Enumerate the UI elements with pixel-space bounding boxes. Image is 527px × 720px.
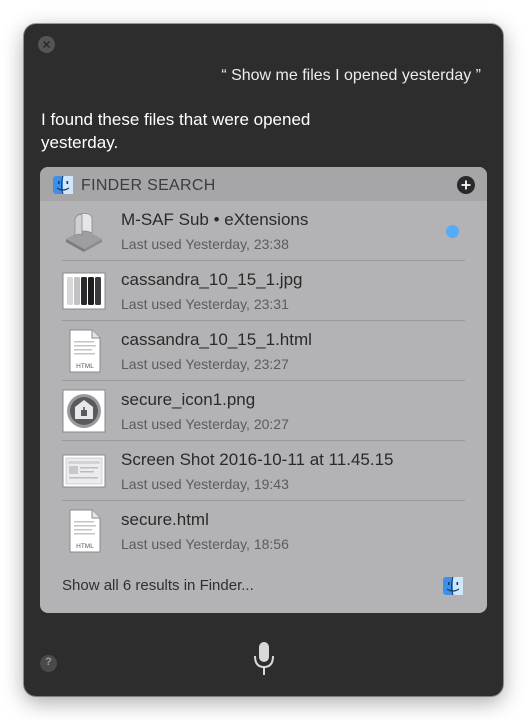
finder-search-panel: FINDER SEARCH M-SAF Sub • eXtensions Las… bbox=[40, 167, 487, 613]
microphone-icon bbox=[254, 642, 274, 675]
html-file-icon: HTML bbox=[69, 509, 101, 553]
result-last-used: Last used Yesterday, 20:27 bbox=[121, 416, 289, 432]
result-last-used: Last used Yesterday, 19:43 bbox=[121, 476, 289, 492]
result-last-used: Last used Yesterday, 23:38 bbox=[121, 236, 289, 252]
siri-answer: I found these files that were opened yes… bbox=[41, 110, 311, 152]
result-row[interactable]: HTML secure.html Last used Yesterday, 18… bbox=[40, 501, 487, 561]
close-icon bbox=[42, 40, 51, 49]
result-name: cassandra_10_15_1.jpg bbox=[121, 270, 303, 289]
result-name: secure.html bbox=[121, 510, 209, 529]
svg-text:HTML: HTML bbox=[76, 543, 94, 550]
panel-header: FINDER SEARCH bbox=[40, 167, 487, 201]
results-list: M-SAF Sub • eXtensions Last used Yesterd… bbox=[40, 201, 487, 561]
script-editor-icon bbox=[66, 213, 102, 252]
help-label: ? bbox=[45, 656, 52, 668]
unread-dot bbox=[446, 225, 459, 238]
html-file-icon: HTML bbox=[69, 329, 101, 373]
panel-title: FINDER SEARCH bbox=[81, 177, 216, 194]
result-row[interactable]: M-SAF Sub • eXtensions Last used Yesterd… bbox=[40, 201, 487, 261]
result-last-used: Last used Yesterday, 23:27 bbox=[121, 356, 289, 372]
plus-icon bbox=[461, 180, 471, 190]
result-row[interactable]: cassandra_10_15_1.jpg Last used Yesterda… bbox=[40, 261, 487, 321]
microphone-button[interactable] bbox=[252, 641, 276, 677]
result-last-used: Last used Yesterday, 23:31 bbox=[121, 296, 289, 312]
result-last-used: Last used Yesterday, 18:56 bbox=[121, 536, 289, 552]
jpg-thumbnail-icon bbox=[62, 272, 106, 310]
result-name: secure_icon1.png bbox=[121, 390, 256, 409]
screenshot-thumbnail-icon bbox=[62, 454, 106, 488]
help-button[interactable]: ? bbox=[40, 655, 57, 672]
finder-icon bbox=[53, 176, 73, 194]
png-thumbnail-icon bbox=[62, 389, 106, 433]
show-all-results-link[interactable]: Show all 6 results in Finder... bbox=[62, 577, 254, 594]
result-row[interactable]: secure_icon1.png Last used Yesterday, 20… bbox=[40, 381, 487, 441]
user-query: “ Show me files I opened yesterday ” bbox=[221, 67, 481, 84]
result-row[interactable]: HTML cassandra_10_15_1.html Last used Ye… bbox=[40, 321, 487, 381]
finder-icon[interactable] bbox=[443, 577, 463, 595]
svg-text:HTML: HTML bbox=[76, 363, 94, 370]
add-to-notification-button[interactable] bbox=[457, 176, 475, 194]
siri-window: “ Show me files I opened yesterday ” I f… bbox=[24, 24, 503, 696]
result-name: Screen Shot 2016-10-11 at 11.45.15 bbox=[121, 450, 394, 469]
result-name: M-SAF Sub • eXtensions bbox=[121, 210, 309, 229]
close-button[interactable] bbox=[38, 36, 55, 53]
result-row[interactable]: Screen Shot 2016-10-11 at 11.45.15 Last … bbox=[40, 441, 487, 501]
result-name: cassandra_10_15_1.html bbox=[121, 330, 312, 349]
